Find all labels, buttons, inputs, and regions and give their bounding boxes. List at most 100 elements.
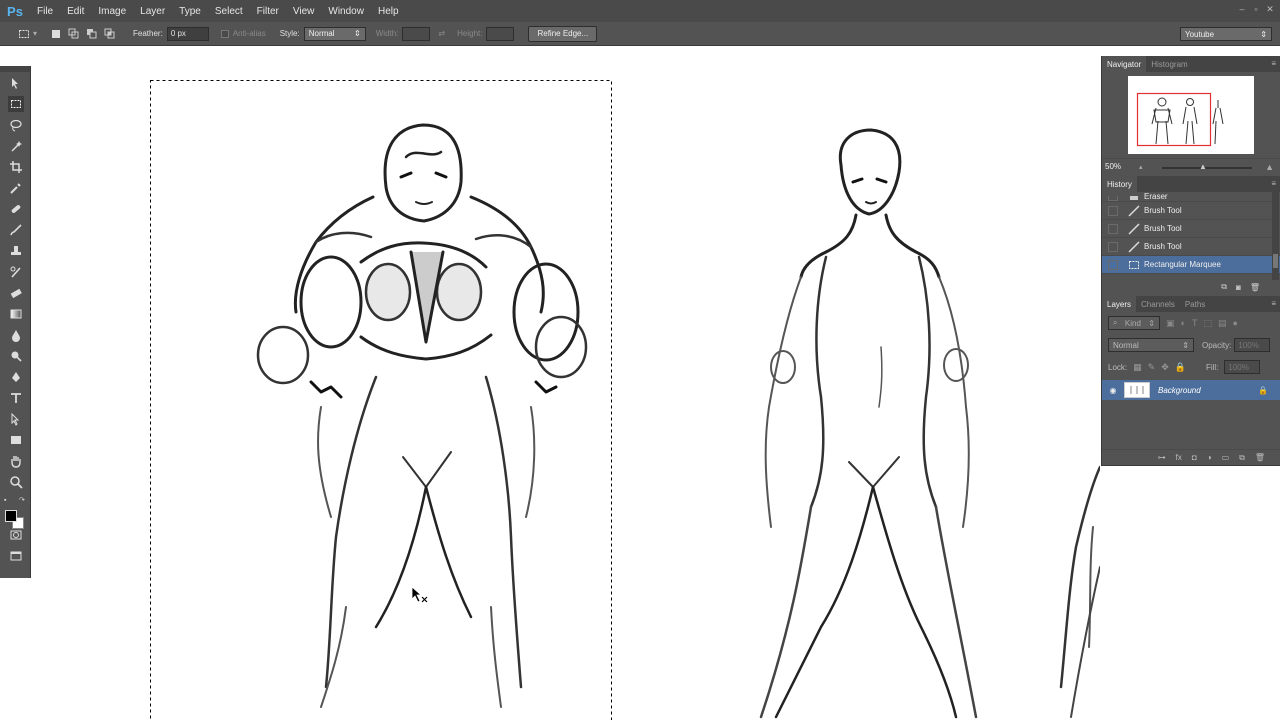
link-layers-icon[interactable]: ⊶ [1158, 453, 1166, 462]
marquee-preset-icon[interactable] [16, 26, 32, 42]
move-tool[interactable] [0, 72, 31, 93]
panel-menu-icon[interactable]: ≡ [1271, 299, 1276, 308]
navigator-view-box[interactable] [1136, 92, 1212, 147]
minimize-icon[interactable]: – [1236, 4, 1248, 16]
history-item[interactable]: Brush Tool [1102, 220, 1280, 238]
gradient-tool[interactable] [0, 303, 31, 324]
close-icon[interactable]: ✕ [1264, 4, 1276, 16]
tab-navigator[interactable]: Navigator [1102, 56, 1147, 72]
panel-menu-icon[interactable]: ≡ [1271, 59, 1276, 68]
subtract-selection-icon[interactable] [84, 26, 100, 42]
tab-paths[interactable]: Paths [1180, 296, 1210, 312]
history-scrollbar[interactable] [1272, 192, 1279, 280]
tab-layers[interactable]: Layers [1102, 296, 1137, 312]
lock-pixels-icon[interactable]: ✎ [1148, 362, 1156, 373]
layer-mask-icon[interactable]: ◘ [1192, 453, 1197, 462]
feather-input[interactable]: 0 px [166, 26, 209, 41]
history-brush-tool[interactable] [0, 261, 31, 282]
menu-view[interactable]: View [286, 6, 322, 17]
layer-style-icon[interactable]: fx [1176, 453, 1182, 462]
history-item[interactable]: Eraser [1102, 192, 1280, 202]
new-group-icon[interactable]: ▭ [1222, 453, 1230, 462]
scrollbar-thumb[interactable] [1273, 254, 1278, 268]
crop-tool[interactable] [0, 156, 31, 177]
zoom-out-icon[interactable]: ▴ [1139, 163, 1143, 171]
magic-wand-tool[interactable] [0, 135, 31, 156]
lock-transparent-icon[interactable]: ▦ [1133, 362, 1142, 373]
refine-edge-button[interactable]: Refine Edge... [528, 25, 598, 42]
opacity-input[interactable]: 100% [1234, 338, 1271, 352]
history-snapshot-checkbox[interactable] [1108, 223, 1118, 234]
path-selection-tool[interactable] [0, 408, 31, 429]
default-colors-icon[interactable]: ▪ [4, 497, 6, 504]
menu-layer[interactable]: Layer [133, 6, 172, 17]
marquee-tool[interactable] [0, 93, 31, 114]
menu-edit[interactable]: Edit [60, 6, 91, 17]
healing-brush-tool[interactable] [0, 198, 31, 219]
blur-tool[interactable] [0, 324, 31, 345]
intersect-selection-icon[interactable] [102, 26, 118, 42]
workspace-select[interactable]: Youtube ⇕ [1180, 27, 1272, 41]
filter-smart-object-icon[interactable]: ▤ [1218, 318, 1227, 329]
new-document-from-state-icon[interactable]: ⧉ [1221, 282, 1227, 292]
zoom-slider[interactable] [1162, 167, 1252, 169]
tab-channels[interactable]: Channels [1136, 296, 1180, 312]
filter-adjustment-icon[interactable]: ◐ [1181, 318, 1186, 328]
swap-dimensions-icon[interactable]: ⇄ [438, 29, 445, 38]
adjustment-layer-icon[interactable]: ◑ [1207, 453, 1212, 462]
blend-mode-select[interactable]: Normal ⇕ [1108, 338, 1194, 352]
history-item[interactable]: Brush Tool [1102, 202, 1280, 220]
tab-history[interactable]: History [1102, 176, 1137, 192]
fill-input[interactable]: 100% [1224, 360, 1261, 374]
dodge-tool[interactable] [0, 345, 31, 366]
history-item[interactable]: Brush Tool [1102, 238, 1280, 256]
preset-chevron-icon[interactable]: ▾ [33, 29, 37, 38]
tab-histogram[interactable]: Histogram [1146, 56, 1192, 72]
eraser-tool[interactable] [0, 282, 31, 303]
eyedropper-tool[interactable] [0, 177, 31, 198]
new-layer-icon[interactable]: ⧉ [1239, 453, 1245, 463]
zoom-slider-thumb[interactable]: ▲ [1199, 162, 1207, 171]
zoom-value[interactable]: 50% [1105, 162, 1121, 171]
new-selection-icon[interactable] [48, 26, 64, 42]
width-input[interactable] [402, 26, 431, 41]
lasso-tool[interactable] [0, 114, 31, 135]
panel-menu-icon[interactable]: ≡ [1271, 179, 1276, 188]
camera-icon[interactable]: ◙ [1236, 283, 1241, 292]
type-tool[interactable] [0, 387, 31, 408]
menu-file[interactable]: File [30, 6, 60, 17]
navigator-thumbnail[interactable] [1128, 76, 1254, 154]
foreground-color-swatch[interactable] [5, 510, 17, 522]
screen-mode-button[interactable] [0, 545, 31, 566]
brush-tool[interactable] [0, 219, 31, 240]
history-snapshot-checkbox[interactable] [1108, 241, 1118, 252]
clone-stamp-tool[interactable] [0, 240, 31, 261]
swap-colors-icon[interactable]: ↷ [19, 496, 25, 504]
layer-kind-select[interactable]: ⌕ Kind ⇕ [1108, 316, 1160, 330]
pen-tool[interactable] [0, 366, 31, 387]
add-selection-icon[interactable] [66, 26, 82, 42]
document-canvas[interactable] [31, 47, 1100, 720]
height-input[interactable] [486, 26, 515, 41]
menu-window[interactable]: Window [321, 6, 371, 17]
antialias-checkbox[interactable] [220, 29, 229, 38]
menu-filter[interactable]: Filter [250, 6, 286, 17]
lock-position-icon[interactable]: ✥ [1161, 362, 1169, 373]
filter-pixel-icon[interactable]: ▣ [1166, 318, 1175, 329]
zoom-in-icon[interactable]: ▲ [1265, 162, 1274, 172]
menu-help[interactable]: Help [371, 6, 406, 17]
zoom-tool[interactable] [0, 471, 31, 492]
history-snapshot-checkbox[interactable] [1108, 205, 1118, 216]
history-snapshot-checkbox[interactable] [1108, 259, 1118, 270]
history-item-selected[interactable]: Rectangular Marquee [1102, 256, 1280, 274]
menu-type[interactable]: Type [172, 6, 208, 17]
trash-icon[interactable]: 🗑 [1250, 283, 1260, 292]
eye-icon[interactable]: ◉ [1102, 386, 1124, 395]
filter-type-icon[interactable]: T [1192, 318, 1198, 328]
layer-name[interactable]: Background [1158, 386, 1201, 395]
hand-tool[interactable] [0, 450, 31, 471]
history-snapshot-checkbox[interactable] [1108, 196, 1118, 201]
filter-toggle-icon[interactable]: ● [1232, 318, 1237, 328]
menu-select[interactable]: Select [208, 6, 250, 17]
rectangle-tool[interactable] [0, 429, 31, 450]
